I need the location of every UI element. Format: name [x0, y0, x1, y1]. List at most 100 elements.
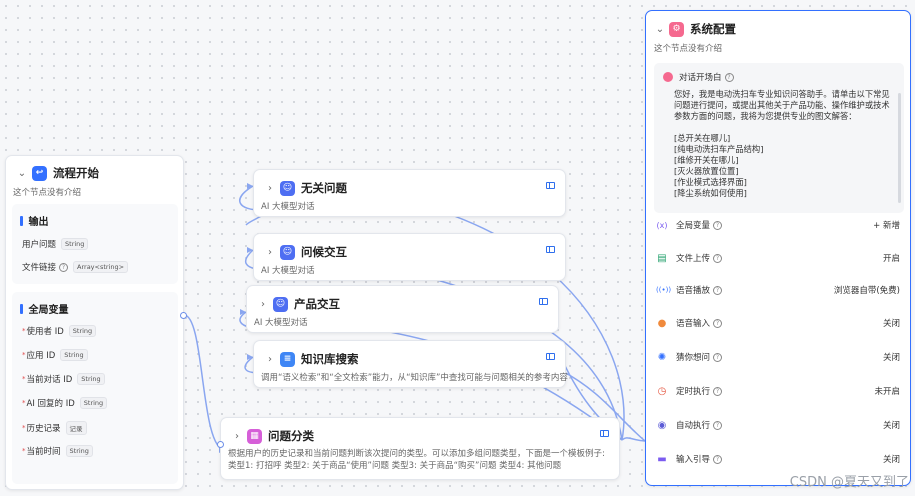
node-desc: 根据用户的历史记录和当前问题判断该次提问的类型。可以添加多组问题类型，下面是一个… — [228, 449, 605, 471]
start-node-desc: 这个节点没有介绍 — [13, 188, 82, 198]
var-type-tag: String — [60, 349, 88, 361]
config-row-voice-input[interactable]: ● 语音输入? 关闭 — [656, 313, 900, 333]
node-question-classify[interactable]: › ▦ 问题分类 根据用户的历史记录和当前问题判断该次提问的类型。可以添加多组问… — [217, 417, 620, 480]
chevron-right-icon[interactable]: › — [264, 183, 276, 194]
help-icon[interactable]: ? — [713, 454, 723, 464]
config-row-scheduled-run[interactable]: ◷ 定时执行? 未开启 — [656, 381, 900, 401]
var-type-tag: String — [68, 325, 97, 337]
input-port[interactable] — [217, 441, 224, 448]
chevron-down-icon[interactable]: ⌄ — [654, 24, 666, 35]
output-var-row: 用户问题 String — [22, 238, 89, 250]
help-icon[interactable]: ? — [724, 72, 734, 82]
scrollbar[interactable] — [898, 93, 901, 203]
config-label: 全局变量 — [676, 221, 711, 231]
config-value: 未开启 — [874, 387, 900, 397]
book-icon[interactable] — [546, 246, 555, 253]
node-desc: AI 大模型对话 — [254, 318, 308, 328]
opening-section: 对话开场白 ? 您好，我是电动洗扫车专业知识问答助手。请单击以下常见问题进行提问… — [654, 63, 904, 213]
chevron-right-icon[interactable]: › — [231, 431, 243, 442]
config-label: 猜你想问 — [676, 353, 711, 363]
book-icon[interactable] — [546, 353, 555, 360]
output-var-row: 文件链接 ? Array<string> — [22, 261, 129, 273]
watermark: CSDN @夏天又到了 — [789, 475, 909, 490]
system-config-node[interactable]: ⌄ ⚙ 系统配置 这个节点没有介绍 对话开场白 ? 您好，我是电动洗扫车专业知识… — [645, 10, 911, 486]
file-upload-icon: ▤ — [657, 252, 667, 264]
var-name: 使用者 ID — [26, 327, 64, 337]
var-name: 当前时间 — [26, 447, 61, 457]
node-title: 问题分类 — [268, 429, 314, 443]
globals-section: 全局变量 * 使用者 ID String * 应用 ID String * 当前对话 ID… — [12, 292, 178, 484]
book-icon[interactable] — [600, 430, 609, 437]
input-guide-icon: ▬ — [657, 453, 667, 465]
system-config-title: 系统配置 — [690, 22, 736, 36]
config-value: 关闭 — [882, 421, 900, 431]
help-icon[interactable]: ? — [713, 318, 723, 328]
config-row-global-variables: (x) 全局变量? + 新增 — [656, 215, 900, 235]
robot-icon: ☺ — [273, 296, 288, 312]
node-irrelevant-question[interactable]: › ☺ 无关问题 AI 大模型对话 — [253, 169, 566, 217]
var-type-tag: String — [65, 445, 93, 457]
var-type-tag: String — [77, 373, 105, 385]
config-label: 文件上传 — [676, 254, 711, 264]
add-variable-button[interactable]: + 新增 — [873, 219, 900, 231]
robot-icon: ☺ — [280, 244, 295, 260]
help-icon[interactable]: ? — [713, 420, 723, 430]
config-row-file-upload[interactable]: ▤ 文件上传? 开启 — [656, 248, 900, 268]
node-desc: AI 大模型对话 — [261, 202, 315, 212]
lightbulb-icon: ✺ — [657, 351, 667, 363]
output-label: 输出 — [28, 217, 49, 228]
voice-play-icon: ((•)) — [656, 286, 672, 294]
help-icon[interactable]: ? — [713, 352, 723, 362]
chevron-right-icon[interactable]: › — [257, 299, 269, 310]
var-type-tag: String — [79, 397, 108, 409]
help-icon[interactable]: ? — [713, 386, 723, 396]
config-row-input-guide[interactable]: ▬ 输入引导? 关闭 — [656, 449, 900, 469]
var-type-tag: String — [61, 238, 89, 250]
global-var-row: * 当前对话 ID String — [22, 373, 105, 385]
book-icon[interactable] — [546, 182, 555, 189]
var-name: 应用 ID — [26, 351, 56, 361]
help-icon[interactable]: ? — [713, 220, 723, 230]
config-label: 语音输入 — [676, 319, 711, 329]
system-config-desc: 这个节点没有介绍 — [654, 44, 723, 54]
var-name: 当前对话 ID — [26, 375, 73, 385]
robot-icon: ☺ — [280, 180, 295, 196]
node-product[interactable]: › ☺ 产品交互 AI 大模型对话 — [246, 285, 559, 333]
var-name: 用户问题 — [22, 240, 57, 250]
start-node-title: 流程开始 — [53, 166, 99, 180]
global-var-row: * 历史记录 记录 — [22, 421, 87, 435]
help-icon[interactable]: ? — [713, 253, 723, 263]
node-greeting[interactable]: › ☺ 问候交互 AI 大模型对话 — [253, 233, 566, 281]
start-node[interactable]: ⌄ ↩ 流程开始 这个节点没有介绍 输出 用户问题 String 文件链接 ? … — [5, 155, 187, 490]
config-label: 语音播放 — [676, 286, 711, 296]
microphone-icon: ● — [657, 317, 667, 329]
book-icon[interactable] — [539, 298, 548, 305]
config-row-question-guide[interactable]: ✺ 猜你想问? 关闭 — [656, 347, 900, 367]
node-knowledge-search[interactable]: › ≡ 知识库搜索 调用“语义检索”和“全文检索”能力，从“知识库”中查找可能与… — [253, 340, 568, 388]
auto-run-icon: ◉ — [657, 419, 667, 431]
opening-textarea[interactable]: 您好，我是电动洗扫车专业知识问答助手。请单击以下常见问题进行提问，或提出其他关于… — [674, 89, 894, 207]
config-value: 开启 — [882, 254, 900, 264]
chevron-down-icon[interactable]: ⌄ — [16, 168, 28, 179]
node-title: 产品交互 — [294, 297, 340, 311]
chat-bubble-icon — [663, 72, 673, 82]
chevron-right-icon[interactable]: › — [264, 247, 276, 258]
output-port[interactable] — [180, 312, 187, 319]
var-name: 文件链接 — [22, 263, 57, 273]
config-label: 定时执行 — [676, 387, 711, 397]
node-title: 知识库搜索 — [301, 352, 359, 366]
chevron-right-icon[interactable]: › — [264, 354, 276, 365]
var-type-tag: Array<string> — [73, 261, 129, 273]
config-label: 自动执行 — [676, 421, 711, 431]
config-value: 关闭 — [882, 455, 900, 465]
help-icon[interactable]: ? — [713, 285, 723, 295]
system-config-icon: ⚙ — [669, 21, 684, 37]
node-desc: AI 大模型对话 — [261, 266, 315, 276]
node-title: 无关问题 — [301, 181, 347, 195]
help-icon[interactable]: ? — [59, 262, 69, 272]
config-row-voice-play[interactable]: ((•)) 语音播放? 浏览器自带(免费) — [656, 280, 900, 300]
global-var-row: * 应用 ID String — [22, 349, 88, 361]
config-row-auto-run[interactable]: ◉ 自动执行? 关闭 — [656, 415, 900, 435]
output-section: 输出 用户问题 String 文件链接 ? Array<string> — [12, 204, 178, 284]
global-var-row: * AI 回复的 ID String — [22, 397, 108, 409]
